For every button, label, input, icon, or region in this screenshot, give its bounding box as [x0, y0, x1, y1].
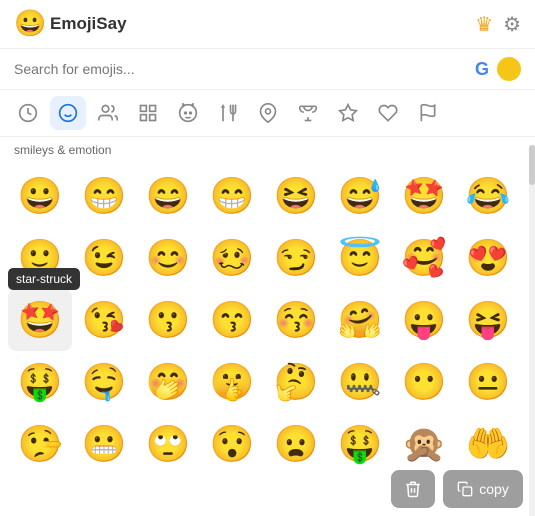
emoji-cell[interactable]: 🤤 [72, 351, 136, 413]
emoji-cell[interactable]: 😂 [456, 165, 520, 227]
emoji-cell[interactable]: 🤭 [136, 351, 200, 413]
category-tabs [0, 90, 535, 137]
emoji-cell[interactable]: 😬 [72, 413, 136, 475]
emoji-cell[interactable]: 😁 [200, 165, 264, 227]
tab-food[interactable] [210, 96, 246, 130]
search-input[interactable] [14, 61, 467, 77]
emoji-cell[interactable]: 🙄 [136, 413, 200, 475]
emoji-cell[interactable]: 😛 [392, 289, 456, 351]
emoji-cell[interactable]: 😁 [72, 165, 136, 227]
emoji-cell[interactable]: 😇 [328, 227, 392, 289]
delete-button[interactable] [391, 470, 435, 508]
emoji-cell-star-struck[interactable]: 🤩 [8, 289, 72, 351]
emoji-cell[interactable]: 🤗 [328, 289, 392, 351]
emoji-cell[interactable]: 😐 [456, 351, 520, 413]
tab-flags[interactable] [410, 96, 446, 130]
emoji-cell[interactable]: 😯 [200, 413, 264, 475]
emoji-cell[interactable]: 😦 [264, 413, 328, 475]
emoji-cell[interactable]: 😆 [264, 165, 328, 227]
app-title: EmojiSay [50, 14, 475, 34]
bottom-action-bar: copy [379, 462, 535, 516]
emoji-cell[interactable]: 🤔 [264, 351, 328, 413]
emoji-cell[interactable]: 😍 [456, 227, 520, 289]
user-avatar[interactable] [497, 57, 521, 81]
emoji-cell[interactable]: 😏 [264, 227, 328, 289]
emoji-cell[interactable]: 😉 [72, 227, 136, 289]
header: 😀 EmojiSay ♛ ⚙ [0, 0, 535, 49]
scroll-track[interactable] [529, 145, 535, 516]
tab-travel[interactable] [250, 96, 286, 130]
tab-components[interactable] [130, 96, 166, 130]
emoji-grid: 😀 😁 😄 😁 😆 😅 🤩 😂 🙂 😉 😊 🥴 😏 😇 🥰 😍 🤩 😘 😗 😙 … [0, 161, 535, 479]
scroll-thumb[interactable] [529, 145, 535, 185]
emoji-cell[interactable]: 😙 [200, 289, 264, 351]
crown-icon[interactable]: ♛ [475, 12, 493, 37]
emoji-cell[interactable]: 😊 [136, 227, 200, 289]
emoji-cell[interactable]: 😅 [328, 165, 392, 227]
emoji-cell[interactable]: 😶 [392, 351, 456, 413]
emoji-cell[interactable]: 😀 [8, 165, 72, 227]
section-label: smileys & emotion [0, 137, 535, 161]
emoji-cell[interactable]: 🤩 [392, 165, 456, 227]
emoji-row: 🤩 😘 😗 😙 😚 🤗 😛 😝 [8, 289, 527, 351]
tab-people[interactable] [90, 96, 126, 130]
app-logo: 😀 [14, 10, 42, 38]
settings-icon[interactable]: ⚙ [503, 12, 521, 37]
copy-label: copy [479, 481, 509, 497]
tab-symbols[interactable] [370, 96, 406, 130]
emoji-cell[interactable]: 😚 [264, 289, 328, 351]
emoji-cell[interactable]: 🤫 [200, 351, 264, 413]
emoji-cell[interactable]: 🥰 [392, 227, 456, 289]
emoji-cell[interactable]: 🙂 [8, 227, 72, 289]
emoji-row: 😀 😁 😄 😁 😆 😅 🤩 😂 [8, 165, 527, 227]
emoji-cell[interactable]: 😄 [136, 165, 200, 227]
emoji-row: 🙂 😉 😊 🥴 😏 😇 🥰 😍 [8, 227, 527, 289]
copy-button[interactable]: copy [443, 470, 523, 508]
tab-recent[interactable] [10, 96, 46, 130]
tab-animals[interactable] [170, 96, 206, 130]
header-icons: ♛ ⚙ [475, 12, 521, 37]
emoji-cell[interactable]: 🤑 [8, 351, 72, 413]
tab-objects[interactable] [330, 96, 366, 130]
emoji-cell[interactable]: 😘 [72, 289, 136, 351]
tab-activities[interactable] [290, 96, 326, 130]
google-icon[interactable]: G [475, 59, 489, 80]
tab-smileys[interactable] [50, 96, 86, 130]
emoji-cell[interactable]: 🥴 [200, 227, 264, 289]
emoji-cell[interactable]: 😗 [136, 289, 200, 351]
search-bar: G [0, 49, 535, 90]
emoji-cell[interactable]: 🤐 [328, 351, 392, 413]
emoji-row: 🤑 🤤 🤭 🤫 🤔 🤐 😶 😐 [8, 351, 527, 413]
emoji-cell[interactable]: 🤥 [8, 413, 72, 475]
emoji-cell[interactable]: 😝 [456, 289, 520, 351]
